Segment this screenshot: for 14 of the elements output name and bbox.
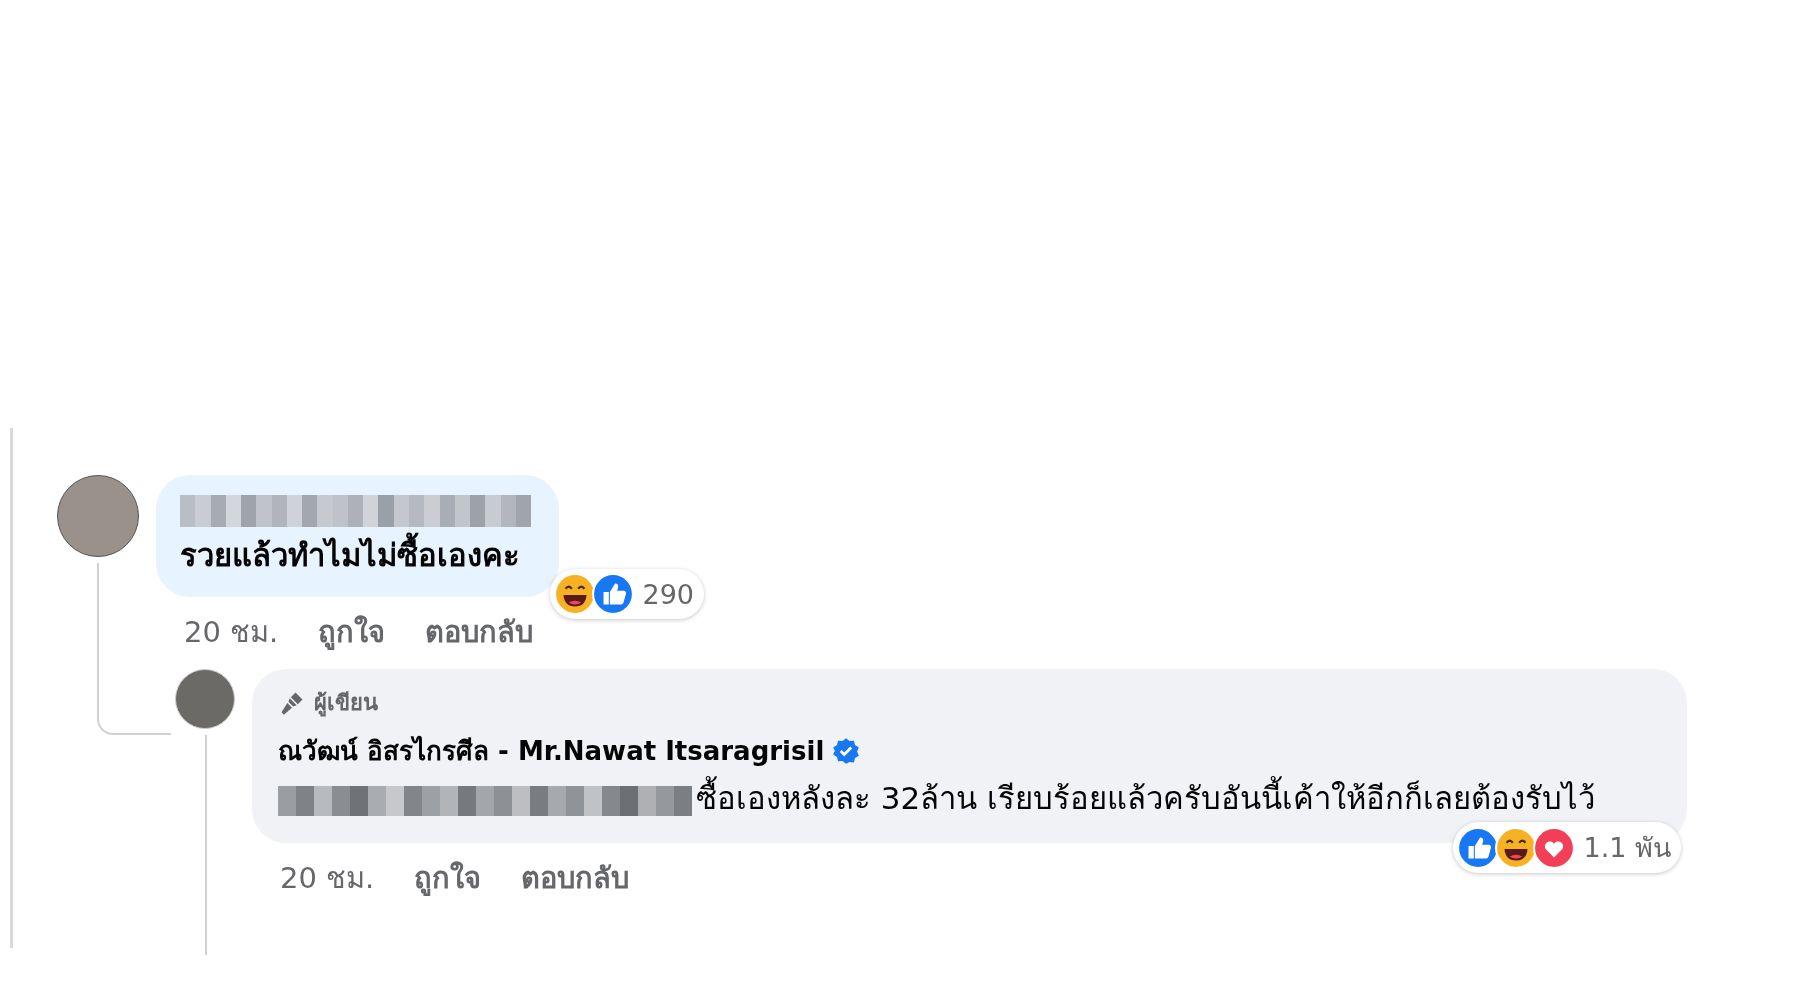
reaction-summary[interactable]: 1.1 พัน [1453, 822, 1681, 873]
reaction-count: 290 [642, 578, 694, 610]
love-reaction-icon [1533, 826, 1576, 869]
like-reaction-icon [592, 573, 635, 615]
reply-action-link[interactable]: ถูกใจ [414, 855, 482, 901]
author-name[interactable]: ณวัฒน์ อิสรไกรศีล - Mr.Nawat Itsaragrisil [278, 730, 825, 771]
comment-action-link[interactable]: ตอบกลับ [425, 609, 534, 655]
reply-action-link[interactable]: ตอบกลับ [521, 855, 630, 901]
author-label: ผู้เขียน [314, 689, 378, 719]
reaction-summary[interactable]: 290 [550, 569, 704, 619]
comment-action-link[interactable]: ถูกใจ [318, 609, 386, 655]
reply-time[interactable]: 20 ชม. [280, 855, 375, 901]
reaction-count: 1.1 พัน [1583, 831, 1671, 865]
comment-time[interactable]: 20 ชม. [184, 609, 279, 655]
